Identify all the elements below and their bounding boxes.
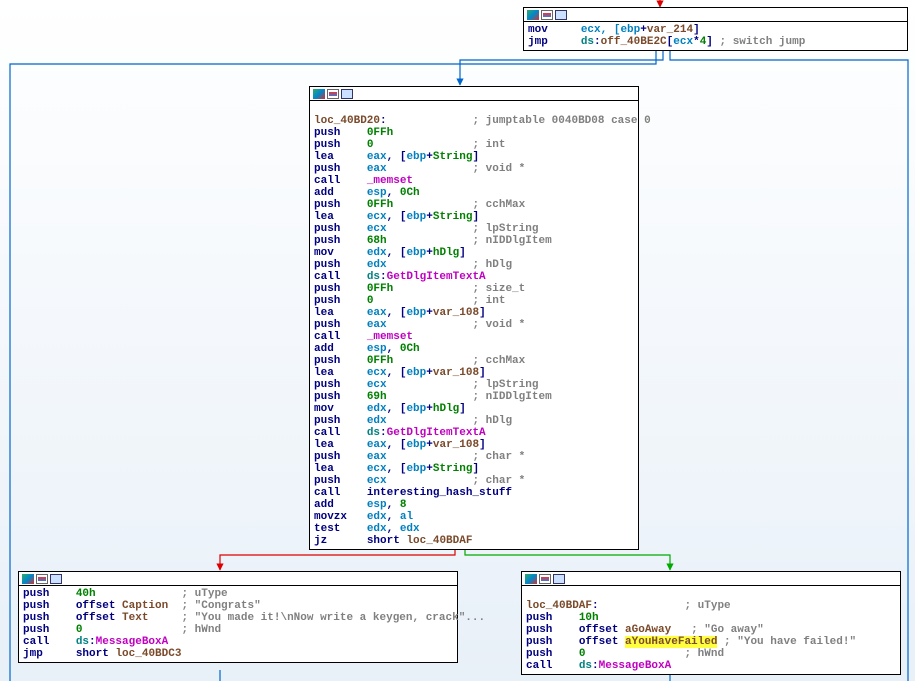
node-icon-1 (527, 10, 539, 20)
node-icon-1 (313, 89, 325, 99)
highlighted-symbol: aYouHaveFailed (625, 636, 717, 648)
node-body: mov ecx, [ebp+var_214] jmp ds:off_40BE2C… (524, 22, 907, 50)
node-icon-3 (50, 574, 62, 584)
node-icon-1 (525, 574, 537, 584)
node-icon-2 (541, 10, 553, 20)
node-icon-1 (22, 574, 34, 584)
node-fail-msgbox[interactable]: loc_40BDAF: ; uType push 10h push offset… (521, 571, 901, 675)
node-header (524, 8, 907, 22)
node-icon-3 (553, 574, 565, 584)
node-icon-2 (327, 89, 339, 99)
node-main-case0[interactable]: loc_40BD20: ; jumptable 0040BD08 case 0 … (309, 86, 639, 550)
node-body: push 40h ; uType push offset Caption ; "… (19, 586, 457, 662)
node-header (310, 87, 638, 101)
node-header (522, 572, 900, 586)
node-icon-2 (539, 574, 551, 584)
node-body: loc_40BDAF: ; uType push 10h push offset… (522, 586, 900, 674)
node-success-msgbox[interactable]: push 40h ; uType push offset Caption ; "… (18, 571, 458, 663)
node-body: loc_40BD20: ; jumptable 0040BD08 case 0 … (310, 101, 638, 549)
node-header (19, 572, 457, 586)
node-switch-jump[interactable]: mov ecx, [ebp+var_214] jmp ds:off_40BE2C… (523, 7, 908, 51)
node-icon-2 (36, 574, 48, 584)
node-icon-3 (555, 10, 567, 20)
node-icon-3 (341, 89, 353, 99)
